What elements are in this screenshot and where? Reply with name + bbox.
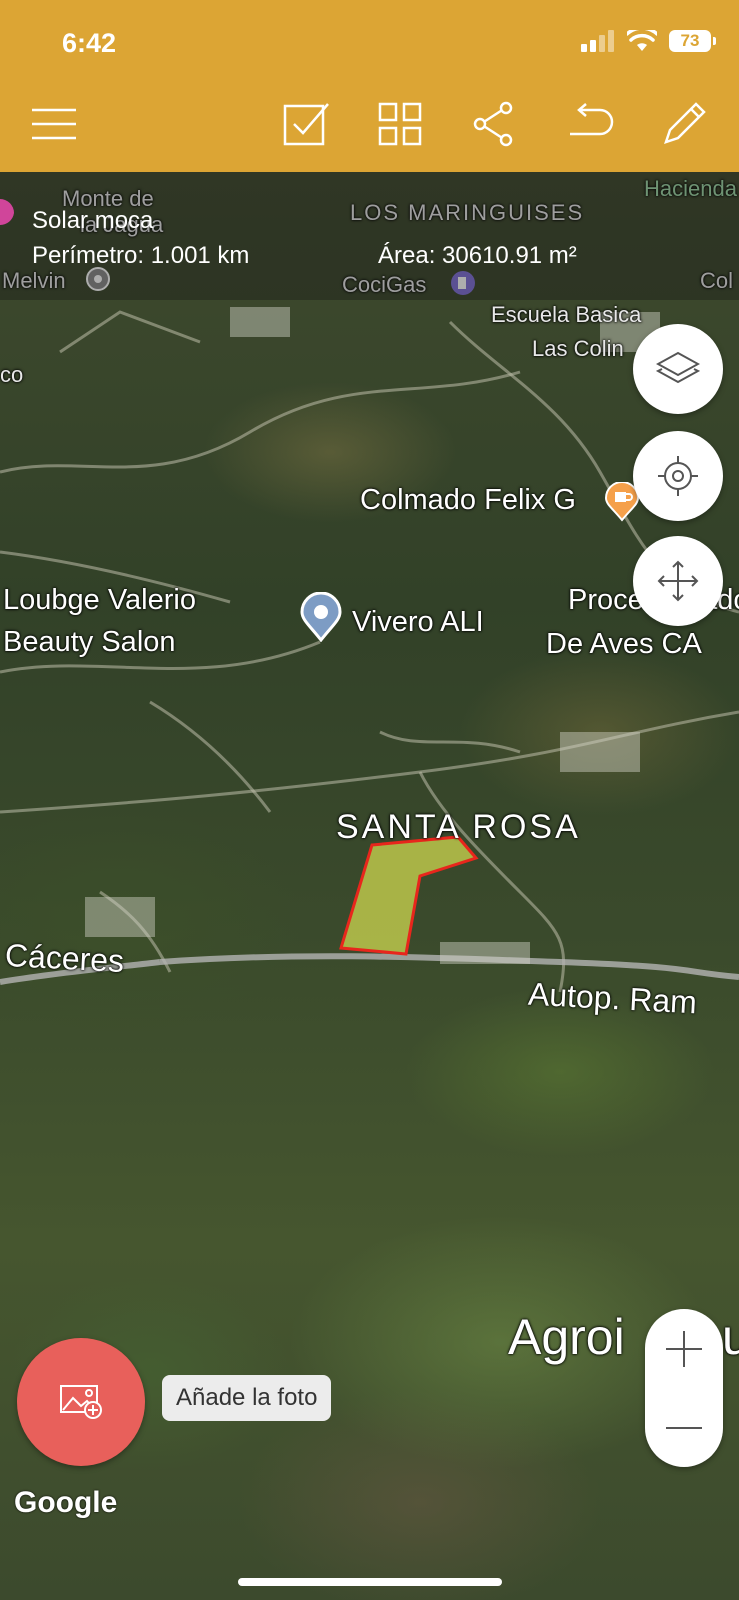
map-label-u: u: [722, 1309, 739, 1365]
battery-indicator: 73: [669, 30, 716, 52]
wifi-icon: [627, 30, 657, 51]
crosshair-icon: [658, 456, 698, 496]
zoom-control: [645, 1309, 723, 1467]
location-pin-icon: [0, 199, 14, 226]
map-label-beauty-salon: Beauty Salon: [3, 626, 176, 658]
status-time: 6:42: [62, 28, 117, 58]
cellular-signal-icon: [581, 30, 614, 52]
layers-button[interactable]: [633, 324, 723, 414]
menu-icon[interactable]: [30, 100, 78, 148]
google-logo: Google: [14, 1486, 118, 1519]
map-label-escuela-basica: Escuela Basica: [491, 302, 642, 327]
zoom-out-button[interactable]: [645, 1388, 723, 1467]
map-label-santa-rosa: SANTA ROSA: [336, 808, 581, 846]
move-button[interactable]: [633, 536, 723, 626]
checkbox-icon[interactable]: [282, 100, 330, 148]
zoom-in-button[interactable]: [645, 1309, 723, 1388]
parcel-perimeter: Perímetro: 1.001 km: [32, 242, 250, 269]
parcel-area: Área: 30610.91 m²: [378, 242, 577, 269]
add-photo-icon: [60, 1385, 102, 1419]
add-photo-button[interactable]: [17, 1338, 145, 1466]
map-label-las-colin: Las Colin: [532, 336, 624, 361]
map-label-colmado-felix: Colmado Felix G: [360, 484, 576, 516]
map-label-co: co: [0, 362, 24, 387]
map-label-de-aves: De Aves CA: [546, 628, 702, 660]
move-arrows-icon: [657, 560, 699, 602]
plus-icon: [666, 1330, 702, 1367]
parcel-polygon[interactable]: [339, 835, 479, 956]
top-app-bar: 6:42 73: [0, 0, 739, 172]
map-label-agroi: Agroi: [508, 1309, 625, 1365]
map-label-vivero-ali: Vivero ALI: [352, 606, 484, 638]
layers-icon: [656, 351, 700, 384]
undo-icon[interactable]: [566, 100, 614, 148]
pencil-icon[interactable]: [660, 100, 708, 148]
map-label-loubge-valerio: Loubge Valerio: [3, 584, 196, 616]
my-location-button[interactable]: [633, 431, 723, 521]
grid-icon[interactable]: [376, 100, 424, 148]
parcel-name: Solar moca: [32, 207, 154, 234]
map-label-proce: Proce: [568, 584, 644, 616]
status-icons: 73: [581, 30, 716, 52]
home-indicator[interactable]: [238, 1578, 502, 1586]
parcel-info-panel: [0, 172, 739, 300]
map-label-caceres: Cáceres: [4, 936, 126, 980]
share-icon[interactable]: [470, 100, 518, 148]
add-photo-tooltip[interactable]: Añade la foto: [162, 1375, 332, 1421]
minus-icon: [666, 1426, 702, 1429]
vivero-pin-icon: [300, 592, 342, 642]
